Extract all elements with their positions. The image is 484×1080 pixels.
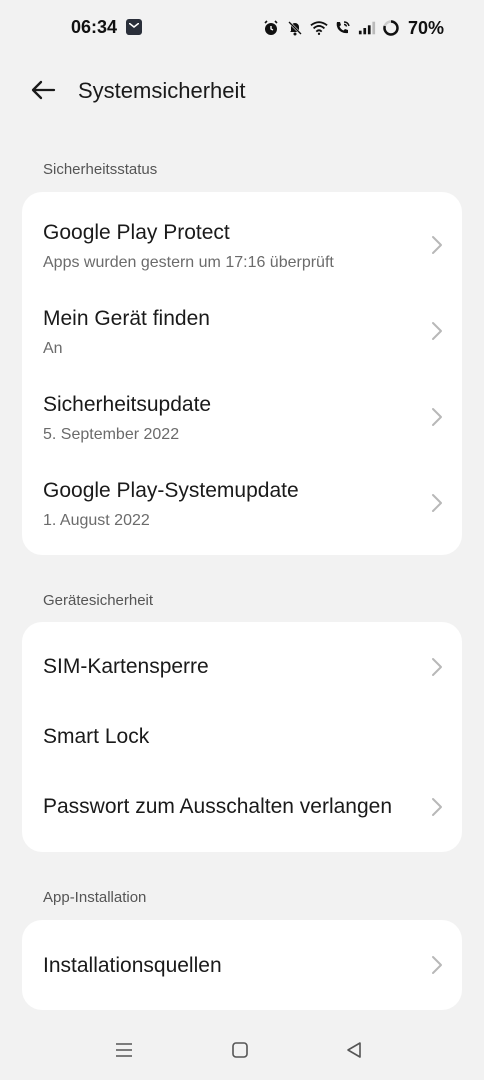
battery-percentage: 70% (407, 17, 444, 38)
signal-icon (358, 19, 376, 37)
wifi-calling-icon (334, 19, 352, 37)
wifi-icon (310, 19, 328, 37)
item-subtitle: 1. August 2022 (43, 512, 150, 529)
item-title: Mein Gerät finden (43, 307, 210, 330)
back-button[interactable] (28, 76, 58, 104)
status-time: 06:34 (71, 17, 118, 37)
item-subtitle: 5. September 2022 (43, 426, 180, 443)
settings-item-installationsquellen[interactable]: Installationsquellen (22, 930, 462, 1000)
chevron-right-icon (432, 408, 442, 426)
app-header: Systemsicherheit (0, 70, 484, 110)
back-nav-button[interactable] (342, 1038, 366, 1062)
item-title: Google Play Protect (43, 221, 230, 244)
chevron-right-icon (432, 956, 442, 974)
settings-item-passwort-ausschalten[interactable]: Passwort zum Ausschalten verlangen (22, 772, 462, 842)
section-label-sicherheitsstatus: Sicherheitsstatus (43, 161, 158, 178)
mail-icon (126, 19, 142, 35)
card-app-installation: Installationsquellen (22, 920, 462, 1010)
chevron-right-icon (432, 494, 442, 512)
page-title: Systemsicherheit (78, 78, 246, 103)
settings-item-sicherheitsupdate[interactable]: Sicherheitsupdate 5. September 2022 (22, 374, 462, 460)
settings-item-google-play-protect[interactable]: Google Play Protect Apps wurden gestern … (22, 202, 462, 288)
settings-item-sim-kartensperre[interactable]: SIM-Kartensperre (22, 632, 462, 702)
section-label-geraetesicherheit: Gerätesicherheit (43, 592, 154, 609)
arrow-left-icon (31, 80, 56, 100)
settings-item-mein-geraet-finden[interactable]: Mein Gerät finden An (22, 288, 462, 374)
chevron-right-icon (432, 658, 442, 676)
chevron-right-icon (432, 322, 442, 340)
back-triangle-icon (347, 1042, 361, 1058)
chevron-right-icon (432, 236, 442, 254)
section-label-app-installation: App-Installation (43, 889, 147, 906)
menu-icon (116, 1043, 132, 1057)
battery-ring-icon (382, 19, 400, 37)
item-title: Sicherheitsupdate (43, 393, 212, 416)
home-button[interactable] (228, 1038, 252, 1062)
settings-item-google-play-systemupdate[interactable]: Google Play-Systemupdate 1. August 2022 (22, 460, 462, 546)
card-sicherheitsstatus: Google Play Protect Apps wurden gestern … (22, 192, 462, 555)
item-title: Smart Lock (43, 725, 150, 748)
card-geraetesicherheit: SIM-Kartensperre Smart Lock Passwort zum… (22, 622, 462, 852)
recent-apps-button[interactable] (112, 1038, 136, 1062)
item-title: Installationsquellen (43, 954, 222, 977)
navigation-bar (0, 1030, 484, 1070)
status-icons: 70% (262, 17, 444, 39)
status-bar: 06:34 70% (0, 0, 484, 56)
item-subtitle: An (43, 340, 63, 357)
item-subtitle: Apps wurden gestern um 17:16 überprüft (43, 254, 334, 271)
item-title: Passwort zum Ausschalten verlangen (43, 795, 393, 818)
home-square-icon (232, 1042, 248, 1058)
alarm-icon (262, 19, 280, 37)
chevron-right-icon (432, 798, 442, 816)
settings-item-smart-lock[interactable]: Smart Lock (22, 702, 462, 772)
muted-bell-icon (286, 19, 304, 37)
item-title: SIM-Kartensperre (43, 655, 209, 678)
item-title: Google Play-Systemupdate (43, 479, 299, 502)
